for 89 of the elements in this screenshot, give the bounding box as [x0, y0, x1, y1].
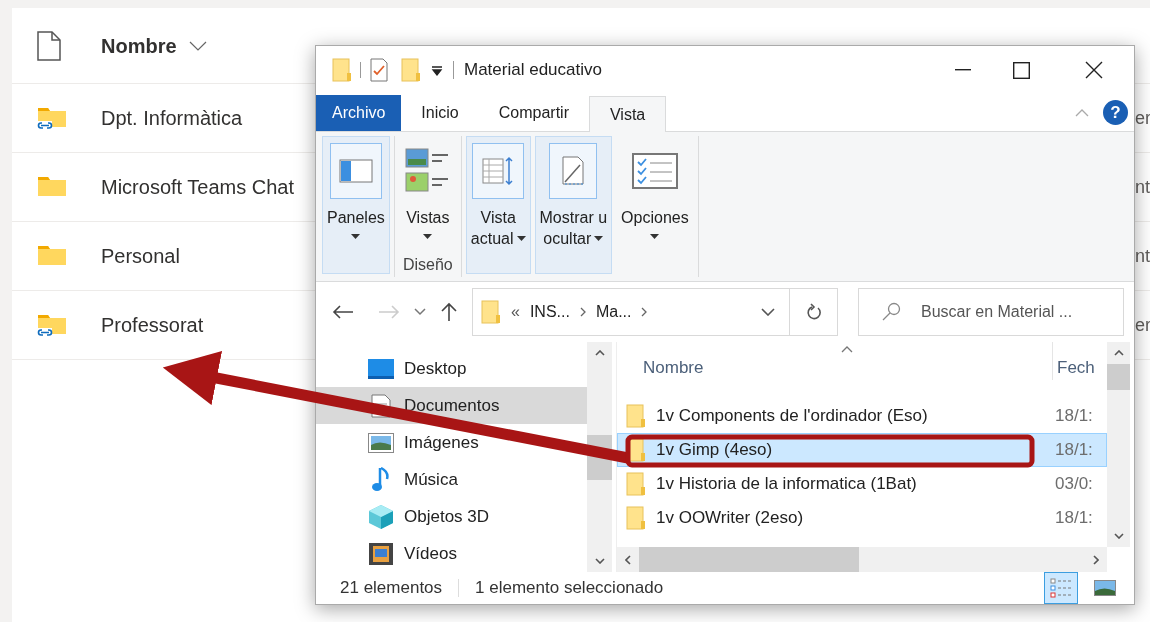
chevron-up-icon: [594, 350, 605, 356]
scrollbar[interactable]: [587, 342, 612, 572]
film-icon: [369, 542, 393, 565]
caret-icon: [594, 236, 604, 241]
chevron-down-icon: [188, 40, 207, 51]
nav-item[interactable]: Vídeos: [316, 535, 587, 572]
nav-item[interactable]: Objetos 3D: [316, 498, 587, 535]
thumbnail-view-icon: [1094, 580, 1116, 596]
caret-icon: [423, 234, 433, 239]
sort-ascending-icon: [841, 346, 853, 353]
chevron-right-icon: [579, 307, 586, 317]
nav-item[interactable]: Imágenes: [316, 424, 587, 461]
overflow-chevron[interactable]: «: [511, 300, 520, 324]
details-view-icon: [1050, 577, 1072, 599]
refresh-icon: [805, 303, 822, 321]
minimize-icon: [955, 69, 971, 71]
picture-icon: [368, 432, 394, 453]
status-text: 1 elemento seleccionado: [475, 577, 664, 600]
name-column-header[interactable]: Nombre: [101, 30, 207, 61]
ribbon-button[interactable]: Vistas: [398, 136, 457, 247]
status-text: 21 elementos: [340, 577, 443, 600]
panes-icon: [338, 159, 373, 183]
table-cell-text: er: [1135, 106, 1150, 130]
ribbon-button[interactable]: Opciones: [616, 136, 694, 274]
address-bar[interactable]: « INS... Ma...: [472, 288, 838, 336]
folder-name[interactable]: Microsoft Teams Chat: [101, 172, 295, 202]
caret-icon: [351, 234, 361, 239]
chevron-right-icon: [1093, 554, 1099, 565]
folder-icon: [332, 58, 352, 82]
chevron-left-icon: [625, 554, 631, 565]
ribbon-tab[interactable]: Compartir: [478, 95, 589, 131]
chevron-down-icon: [594, 558, 605, 564]
search-input[interactable]: Buscar en Material ...: [921, 300, 1121, 324]
ribbon-button[interactable]: Paneles: [322, 136, 390, 274]
folder-icon: [481, 300, 501, 324]
caret-icon: [650, 234, 660, 239]
columns-icon: [481, 156, 516, 186]
folder-name[interactable]: Dpt. Informàtica: [101, 103, 243, 133]
ribbon-tab[interactable]: Vista: [588, 96, 667, 132]
ribbon-button[interactable]: Vista actual: [465, 136, 531, 274]
shared-folder-icon: [37, 312, 67, 338]
breadcrumb[interactable]: INS...: [529, 300, 570, 324]
nav-item[interactable]: Música: [316, 461, 587, 498]
scrollbar[interactable]: [1107, 342, 1130, 547]
file-row[interactable]: 1v Components de l'ordinador (Eso) 18/1:: [617, 399, 1107, 433]
file-row[interactable]: 1v Historia de la informatica (1Bat) 03/0:: [617, 467, 1107, 501]
cube-icon: [368, 503, 394, 530]
column-header[interactable]: Fech: [1052, 342, 1095, 380]
breadcrumb[interactable]: Ma...: [595, 300, 632, 324]
folder-icon: [401, 58, 421, 82]
group-label: Diseño: [402, 255, 453, 275]
options-icon: [631, 153, 678, 189]
table-cell-text: er: [1135, 313, 1150, 337]
search-field[interactable]: Buscar en Material ...: [858, 288, 1124, 336]
table-cell-text: nt: [1135, 175, 1150, 199]
folder-icon: [626, 472, 646, 496]
table-cell-text: nt: [1135, 244, 1150, 268]
file-icon: [37, 30, 61, 61]
search-icon: [881, 302, 901, 322]
shared-folder-icon: [37, 105, 67, 131]
folder-icon: [626, 404, 646, 428]
folder-name[interactable]: Professorat: [101, 310, 204, 340]
properties-icon[interactable]: [369, 57, 389, 83]
chevron-right-icon: [641, 307, 648, 317]
file-tab[interactable]: Archivo: [316, 95, 402, 131]
collapse-ribbon-icon[interactable]: [1075, 109, 1089, 117]
file-row[interactable]: 1v OOWriter (2eso) 18/1:: [617, 501, 1107, 535]
folder-name[interactable]: Personal: [101, 241, 180, 271]
customize-toolbar-icon[interactable]: [431, 64, 443, 76]
maximize-icon: [1012, 61, 1030, 79]
ribbon-tab[interactable]: Inicio: [401, 95, 479, 131]
help-button[interactable]: ?: [1103, 100, 1128, 125]
chevron-down-icon: [1113, 533, 1124, 539]
column-header[interactable]: Nombre: [617, 354, 1052, 380]
window-title: Material educativo: [464, 59, 602, 82]
caret-icon: [516, 236, 526, 241]
ribbon-button[interactable]: Mostrar u ocultar: [534, 136, 613, 274]
chevron-up-icon: [1113, 350, 1124, 356]
close-icon: [1085, 61, 1103, 79]
chevron-down-icon[interactable]: [761, 308, 775, 316]
nav-item[interactable]: Desktop: [316, 350, 587, 387]
desktop-icon: [368, 358, 394, 379]
back-arrow-icon[interactable]: [332, 304, 354, 320]
folder-icon: [626, 506, 646, 530]
up-arrow-icon[interactable]: [440, 302, 458, 322]
horizontal-scrollbar[interactable]: [617, 547, 1107, 572]
music-note-icon: [371, 466, 391, 493]
scroll-thumb[interactable]: [1107, 364, 1130, 390]
chevron-down-icon[interactable]: [414, 308, 426, 316]
